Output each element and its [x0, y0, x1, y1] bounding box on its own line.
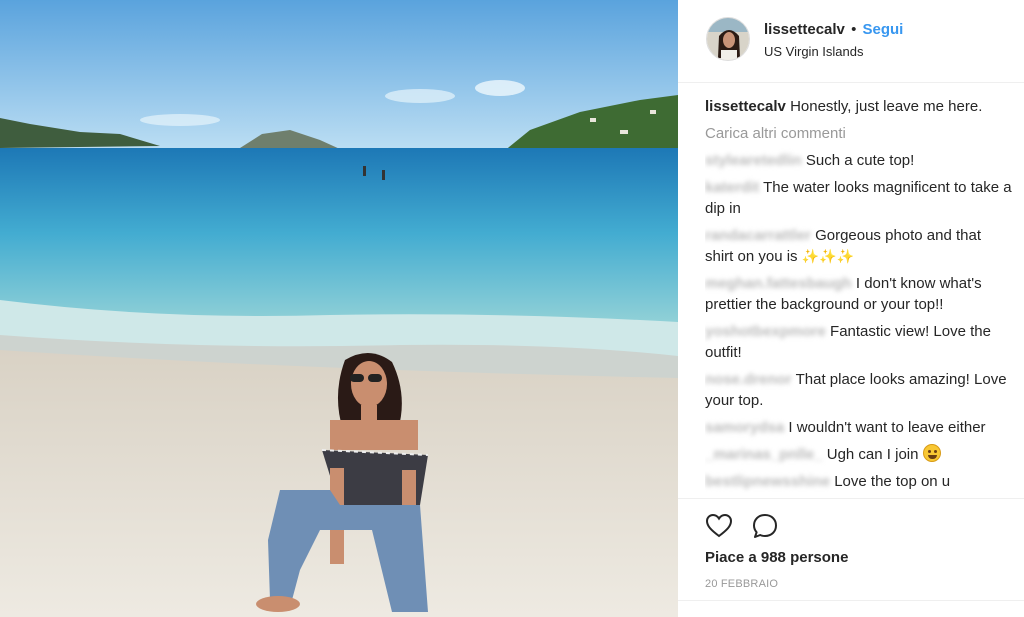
comment-username[interactable]: _marinas_pnlle_	[705, 444, 823, 465]
heart-icon[interactable]	[705, 512, 733, 540]
comment-bubble-icon[interactable]	[751, 512, 779, 540]
comment-username[interactable]: samorydsa	[705, 417, 784, 438]
caption: lissettecalv Honestly, just leave me her…	[705, 96, 1013, 117]
post-header: lissettecalv • Segui US Virgin Islands	[678, 0, 1024, 83]
action-bar	[705, 512, 793, 540]
comment-username[interactable]: nose.drenor	[705, 369, 792, 390]
beach-photo	[0, 0, 678, 617]
comment-item: randacarrattler Gorgeous photo and that …	[705, 225, 1013, 267]
comment-item: katerdit The water looks magnificent to …	[705, 177, 1013, 219]
comment-item: nose.drenor That place looks amazing! Lo…	[705, 369, 1013, 411]
caption-text: Honestly, just leave me here.	[790, 98, 983, 115]
post-date: 20 FEBBRAIO	[705, 578, 779, 590]
location-link[interactable]: US Virgin Islands	[764, 44, 863, 59]
sparkles-icon: ✨✨✨	[801, 248, 855, 264]
follow-button[interactable]: Segui	[863, 21, 904, 38]
comment-text: Such a cute top!	[805, 152, 915, 169]
comment-item: bestlipnewsshine Love the top on u	[705, 471, 1013, 492]
post-details-panel: lissettecalv • Segui US Virgin Islands l…	[678, 0, 1024, 617]
comment-item: stylearetedlin Such a cute top!	[705, 150, 1013, 171]
post-photo[interactable]	[0, 0, 678, 617]
username-link[interactable]: lissettecalv	[764, 21, 845, 38]
divider	[678, 600, 1024, 601]
comment-text: Love the top on u	[834, 473, 951, 490]
comment-text: I wouldn't want to leave either	[788, 419, 986, 436]
comment-username[interactable]: yoshotbexpmore	[705, 321, 826, 342]
comment-username[interactable]: meghan.fattesbaugh	[705, 273, 852, 294]
user-line: lissettecalv • Segui	[764, 21, 903, 38]
load-more-comments-button[interactable]: Carica altri commenti	[705, 123, 1013, 144]
comment-item: meghan.fattesbaugh I don't know what's p…	[705, 273, 1013, 315]
likes-count[interactable]: Piace a 988 persone	[705, 549, 848, 566]
comments-list[interactable]: lissettecalv Honestly, just leave me her…	[705, 96, 1013, 498]
comment-username[interactable]: randacarrattler	[705, 225, 811, 246]
separator-dot: •	[851, 21, 857, 38]
divider	[678, 498, 1024, 499]
comment-item: _marinas_pnlle_ Ugh can I join	[705, 444, 1013, 465]
comment-text: Ugh can I join	[826, 446, 919, 463]
comment-item: samorydsa I wouldn't want to leave eithe…	[705, 417, 1013, 438]
caption-username[interactable]: lissettecalv	[705, 98, 786, 115]
comment-username[interactable]: stylearetedlin	[705, 150, 802, 171]
grinning-sweat-emoji-icon	[922, 444, 941, 462]
comment-username[interactable]: katerdit	[705, 177, 759, 198]
comment-item: yoshotbexpmore Fantastic view! Love the …	[705, 321, 1013, 363]
comment-username[interactable]: bestlipnewsshine	[705, 471, 830, 492]
avatar[interactable]	[706, 17, 750, 61]
